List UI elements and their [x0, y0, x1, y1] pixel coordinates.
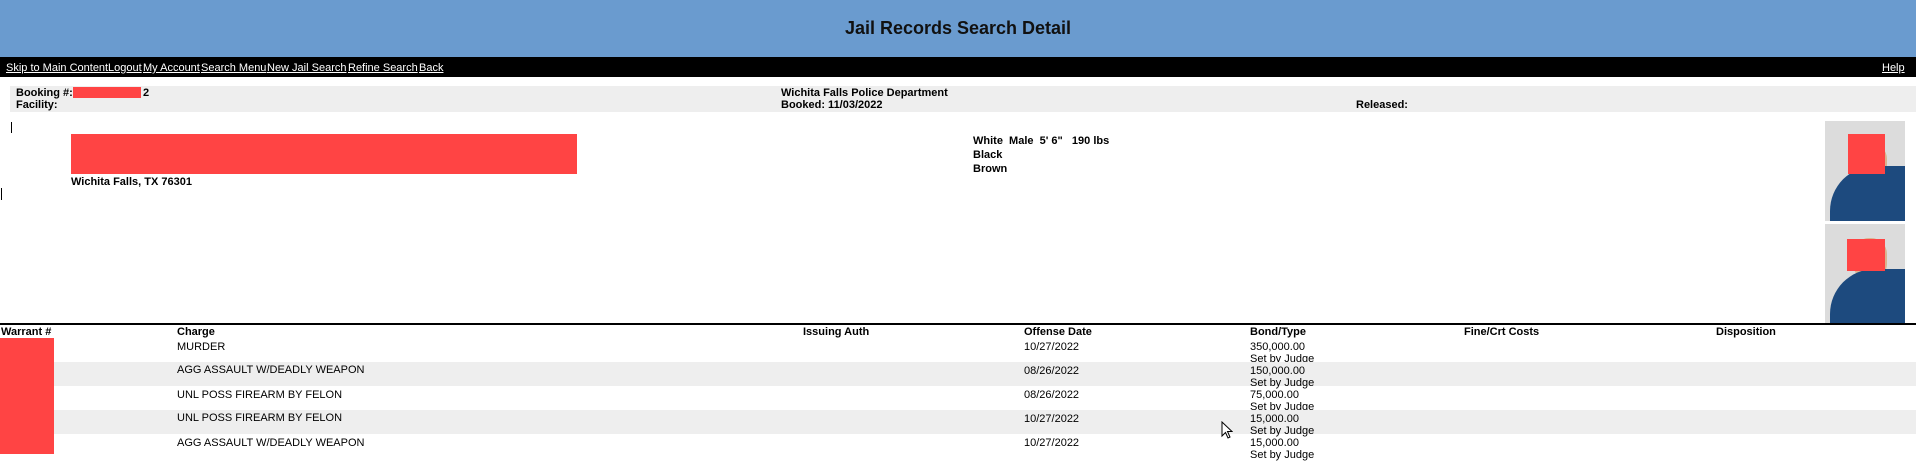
table-row: UNL POSS FIREARM BY FELON 08/26/2022 75,…: [0, 386, 1916, 413]
face-redaction: [1848, 134, 1885, 174]
help-link[interactable]: Help: [1882, 62, 1905, 74]
offense-date-cell: 10/27/2022: [1024, 413, 1080, 425]
inmate-city-line: Wichita Falls, TX 76301: [71, 176, 192, 188]
col-header-charge: Charge: [177, 326, 215, 338]
refine-search-link[interactable]: Refine Search: [348, 62, 418, 74]
text-caret: [11, 122, 12, 133]
logout-link[interactable]: Logout: [108, 62, 142, 74]
charge-cell: UNL POSS FIREARM BY FELON: [177, 389, 343, 401]
table-row: AGG ASSAULT W/DEADLY WEAPON 08/26/2022 1…: [0, 362, 1916, 389]
col-header-bond-type: Bond/Type: [1250, 326, 1307, 338]
text-caret: [1, 188, 2, 200]
page-title: Jail Records Search Detail: [844, 18, 1072, 38]
booking-number-suffix: 2: [143, 87, 150, 99]
booking-number-redaction: [73, 87, 141, 98]
charge-cell: UNL POSS FIREARM BY FELON: [177, 412, 343, 424]
offense-date-cell: 10/27/2022: [1024, 437, 1080, 449]
physical-description: White Male 5' 6" 190 lbs Black Brown: [973, 134, 1109, 176]
bond-amount: 15,000.00: [1250, 437, 1299, 449]
col-header-fine-costs: Fine/Crt Costs: [1464, 326, 1540, 338]
table-divider: [0, 323, 1916, 325]
offense-date-cell: 08/26/2022: [1024, 389, 1080, 401]
bond-amount: 150,000.00: [1250, 365, 1306, 377]
new-jail-search-link[interactable]: New Jail Search: [267, 62, 346, 74]
booked-date: Booked: 11/03/2022: [781, 99, 883, 111]
page-header: Jail Records Search Detail: [0, 0, 1916, 57]
search-menu-link[interactable]: Search Menu: [201, 62, 266, 74]
hair-color: Black: [973, 149, 1003, 161]
photo-shoulders: [1830, 269, 1905, 324]
bond-amount: 350,000.00: [1250, 341, 1306, 353]
warrant-number-redaction: [0, 338, 54, 454]
bond-cell: 15,000.00 Set by Judge: [1250, 437, 1314, 461]
booking-info-bar: [10, 86, 1916, 112]
charge-cell: AGG ASSAULT W/DEADLY WEAPON: [177, 437, 365, 449]
photo-shoulders: [1830, 166, 1905, 221]
col-header-disposition: Disposition: [1716, 326, 1776, 338]
nav-bar: Skip to Main Content Logout My Account S…: [0, 57, 1916, 77]
bond-amount: 75,000.00: [1250, 389, 1299, 401]
charge-cell: AGG ASSAULT W/DEADLY WEAPON: [177, 364, 365, 376]
table-row: UNL POSS FIREARM BY FELON 10/27/2022 15,…: [0, 410, 1916, 437]
bond-amount: 15,000.00: [1250, 413, 1299, 425]
my-account-link[interactable]: My Account: [143, 62, 200, 74]
table-row: AGG ASSAULT W/DEADLY WEAPON 10/27/2022 1…: [0, 434, 1916, 461]
offense-date-cell: 10/27/2022: [1024, 341, 1080, 353]
mugshot-profile-photo[interactable]: [1825, 224, 1905, 324]
face-redaction: [1847, 239, 1885, 271]
race-sex-height-weight: White Male 5' 6" 190 lbs: [973, 135, 1110, 147]
agency-name: Wichita Falls Police Department: [781, 87, 948, 99]
table-row: MURDER 10/27/2022 350,000.00 Set by Judg…: [0, 338, 1916, 365]
released-label: Released:: [1356, 99, 1408, 111]
offense-date-cell: 08/26/2022: [1024, 365, 1080, 377]
mugshot-front-photo[interactable]: [1825, 121, 1905, 221]
mouse-cursor-icon: [1221, 421, 1233, 439]
inmate-name-address-redaction: [71, 134, 577, 174]
eye-color: Brown: [973, 163, 1008, 175]
col-header-offense-date: Offense Date: [1024, 326, 1092, 338]
back-link[interactable]: Back: [419, 62, 443, 74]
col-header-warrant: Warrant #: [1, 326, 52, 338]
col-header-issuing-auth: Issuing Auth: [803, 326, 870, 338]
booking-number-label: Booking #:: [16, 87, 73, 99]
charge-cell: MURDER: [177, 341, 226, 353]
facility-label: Facility:: [16, 99, 58, 111]
bond-type: Set by Judge: [1250, 449, 1315, 461]
skip-to-main-link[interactable]: Skip to Main Content: [6, 62, 108, 74]
